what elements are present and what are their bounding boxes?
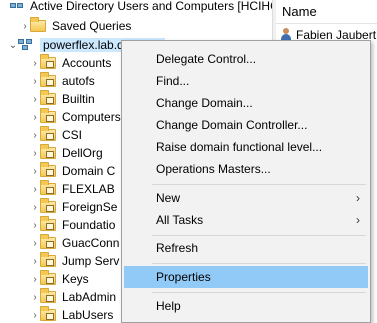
tree-item-label: Foundatio bbox=[62, 218, 116, 232]
tree-item-label: FLEXLAB bbox=[62, 182, 115, 196]
tree-item-ou[interactable]: › Accounts bbox=[30, 54, 111, 72]
menu-item-new[interactable]: New › bbox=[124, 187, 368, 209]
ou-folder-icon bbox=[40, 108, 56, 123]
ou-folder-icon bbox=[40, 72, 56, 87]
chevron-right-icon[interactable]: › bbox=[30, 220, 40, 231]
menu-item-help[interactable]: Help bbox=[124, 295, 368, 317]
chevron-right-icon[interactable]: › bbox=[30, 310, 40, 321]
ou-folder-icon bbox=[40, 162, 56, 177]
menu-item-delegate-control[interactable]: Delegate Control... bbox=[124, 48, 368, 70]
menu-item-label: Raise domain functional level... bbox=[156, 140, 323, 154]
ou-folder-icon bbox=[40, 288, 56, 303]
submenu-arrow-icon: › bbox=[356, 213, 360, 227]
menu-item-refresh[interactable]: Refresh bbox=[124, 237, 368, 259]
menu-item-label: Properties bbox=[156, 270, 211, 284]
tree-item-ou[interactable]: › Keys bbox=[30, 270, 89, 288]
tree-item-ou[interactable]: › Foundatio bbox=[30, 216, 115, 234]
domain-icon bbox=[18, 38, 34, 52]
submenu-arrow-icon: › bbox=[356, 191, 360, 205]
chevron-right-icon[interactable]: › bbox=[30, 130, 40, 141]
tree-item-label: Jump Serv bbox=[62, 254, 120, 268]
chevron-right-icon[interactable]: › bbox=[30, 184, 40, 195]
column-header-name[interactable]: Name bbox=[276, 0, 377, 24]
menu-item-operations-masters[interactable]: Operations Masters... bbox=[124, 158, 368, 180]
ou-folder-icon bbox=[40, 216, 56, 231]
tree-item-label: Domain C bbox=[62, 164, 116, 178]
tree-item-label: Builtin bbox=[62, 92, 95, 106]
ou-folder-icon bbox=[40, 270, 56, 285]
menu-item-label: Help bbox=[156, 299, 181, 313]
tree-item-ou[interactable]: › Computers bbox=[30, 108, 121, 126]
tree-item-ou[interactable]: › ForeignSe bbox=[30, 198, 117, 216]
chevron-right-icon[interactable]: › bbox=[30, 148, 40, 159]
chevron-right-icon[interactable]: › bbox=[30, 58, 40, 69]
menu-item-label: New bbox=[156, 191, 181, 205]
ou-folder-icon bbox=[40, 180, 56, 195]
ou-folder-icon bbox=[40, 198, 56, 213]
tree-item-ou[interactable]: › LabAdmin bbox=[30, 288, 116, 306]
tree-item-ou[interactable]: › Builtin bbox=[30, 90, 95, 108]
chevron-right-icon[interactable]: › bbox=[30, 292, 40, 303]
chevron-right-icon[interactable]: › bbox=[30, 256, 40, 267]
chevron-right-icon[interactable]: › bbox=[30, 238, 40, 249]
tree-item-ou[interactable]: › FLEXLAB bbox=[30, 180, 115, 198]
menu-separator bbox=[152, 263, 366, 264]
tree-item-label: LabUsers bbox=[62, 308, 114, 322]
tree-item-ou[interactable]: › GuacConn bbox=[30, 234, 119, 252]
adsi-root-icon bbox=[8, 0, 24, 13]
ou-folder-icon bbox=[40, 90, 56, 105]
tree-item-label: Computers bbox=[62, 110, 121, 124]
tree-item-ou[interactable]: › LabUsers bbox=[30, 306, 113, 323]
chevron-right-icon[interactable]: › bbox=[20, 21, 30, 32]
tree-item-label: Keys bbox=[62, 272, 89, 286]
tree-root-label: Active Directory Users and Computers [HC… bbox=[30, 0, 272, 13]
tree-item-label: CSI bbox=[62, 128, 83, 142]
chevron-right-icon[interactable]: › bbox=[30, 112, 40, 123]
ou-folder-icon bbox=[40, 126, 56, 141]
tree-item-label: GuacConn bbox=[62, 236, 120, 250]
menu-item-label: Change Domain... bbox=[156, 96, 253, 110]
ou-folder-icon bbox=[40, 54, 56, 69]
menu-item-raise-functional-level[interactable]: Raise domain functional level... bbox=[124, 136, 368, 158]
menu-separator bbox=[152, 292, 366, 293]
tree-item-label: ForeignSe bbox=[62, 200, 118, 214]
tree-item-label: DellOrg bbox=[62, 146, 103, 160]
chevron-right-icon[interactable]: › bbox=[30, 274, 40, 285]
menu-item-find[interactable]: Find... bbox=[124, 70, 368, 92]
menu-item-label: Change Domain Controller... bbox=[156, 118, 308, 132]
menu-item-label: Find... bbox=[156, 74, 190, 88]
chevron-right-icon[interactable]: › bbox=[30, 202, 40, 213]
context-menu: Delegate Control... Find... Change Domai… bbox=[121, 40, 371, 323]
tree-item-saved-queries[interactable]: › Saved Queries bbox=[20, 17, 131, 35]
menu-item-change-domain[interactable]: Change Domain... bbox=[124, 92, 368, 114]
tree-item-ou[interactable]: › Domain C bbox=[30, 162, 115, 180]
tree-item-label: LabAdmin bbox=[62, 290, 117, 304]
tree-item-ou[interactable]: › autofs bbox=[30, 72, 95, 90]
folder-icon bbox=[30, 17, 46, 32]
chevron-right-icon[interactable]: › bbox=[30, 94, 40, 105]
chevron-down-icon[interactable]: ⌄ bbox=[8, 40, 18, 51]
ou-folder-icon bbox=[40, 234, 56, 249]
menu-item-change-domain-controller[interactable]: Change Domain Controller... bbox=[124, 114, 368, 136]
menu-item-label: All Tasks bbox=[156, 213, 204, 227]
tree-item-ou[interactable]: › DellOrg bbox=[30, 144, 103, 162]
tree-item-ou[interactable]: › Jump Serv bbox=[30, 252, 119, 270]
menu-separator bbox=[152, 235, 366, 236]
tree-root[interactable]: Active Directory Users and Computers [HC… bbox=[8, 0, 272, 15]
tree-item-label: autofs bbox=[62, 74, 95, 88]
menu-separator bbox=[152, 184, 366, 185]
tree-item-label: Saved Queries bbox=[52, 19, 132, 33]
chevron-right-icon[interactable]: › bbox=[30, 166, 40, 177]
ou-folder-icon bbox=[40, 252, 56, 267]
menu-item-label: Delegate Control... bbox=[156, 52, 257, 66]
ou-folder-icon bbox=[40, 144, 56, 159]
menu-item-label: Operations Masters... bbox=[156, 162, 271, 176]
tree-item-label: Accounts bbox=[62, 56, 112, 70]
menu-item-properties[interactable]: Properties bbox=[124, 266, 368, 288]
ou-folder-icon bbox=[40, 306, 56, 321]
menu-item-label: Refresh bbox=[156, 241, 199, 255]
chevron-right-icon[interactable]: › bbox=[30, 76, 40, 87]
tree-item-ou[interactable]: › CSI bbox=[30, 126, 82, 144]
menu-item-all-tasks[interactable]: All Tasks › bbox=[124, 209, 368, 231]
